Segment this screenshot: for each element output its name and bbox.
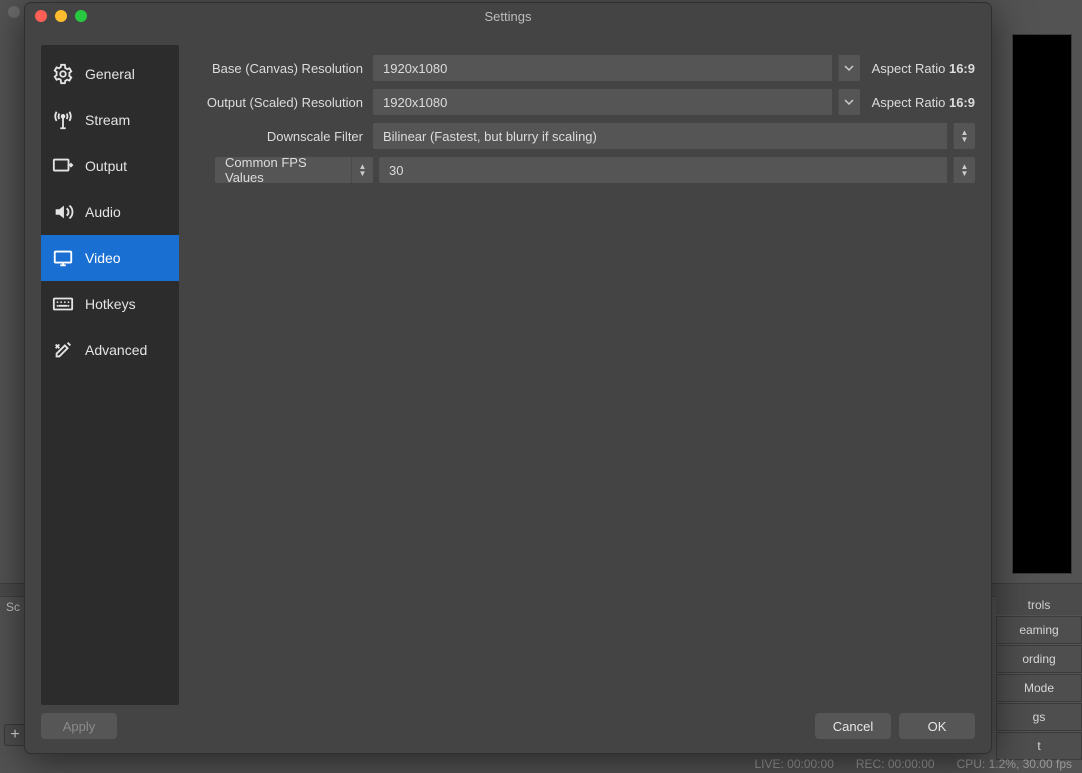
dialog-title: Settings — [485, 9, 532, 24]
sidebar-item-video[interactable]: Video — [41, 235, 179, 281]
add-button[interactable]: + — [4, 724, 26, 746]
fps-value-select[interactable]: 30 — [379, 157, 947, 183]
controls-dock-fragment: trols eaming ording Mode gs t — [996, 595, 1082, 760]
settings-dialog: Settings General Stream Output — [24, 2, 992, 754]
downscale-filter-select[interactable]: Bilinear (Fastest, but blurry if scaling… — [373, 123, 947, 149]
monitor-icon — [51, 246, 75, 270]
base-aspect-ratio: Aspect Ratio 16:9 — [866, 61, 975, 76]
controls-header-fragment: trols — [996, 595, 1082, 615]
minimize-icon[interactable] — [55, 10, 67, 22]
sidebar-item-label: Audio — [85, 204, 121, 220]
sidebar-item-label: Video — [85, 250, 121, 266]
antenna-icon — [51, 108, 75, 132]
sidebar-item-label: Hotkeys — [85, 296, 136, 312]
fps-mode-label: Common FPS Values — [215, 155, 351, 185]
downscale-filter-stepper[interactable]: ▲ ▼ — [953, 123, 975, 149]
settings-content: Base (Canvas) Resolution 1920x1080 Aspec… — [197, 45, 975, 705]
sidebar-item-hotkeys[interactable]: Hotkeys — [41, 281, 179, 327]
apply-button[interactable]: Apply — [41, 713, 117, 739]
status-bar: LIVE: 00:00:00 REC: 00:00:00 CPU: 1.2%, … — [754, 757, 1072, 771]
output-icon — [51, 154, 75, 178]
controls-btn-fragment[interactable]: ording — [996, 645, 1082, 673]
downscale-filter-label: Downscale Filter — [197, 129, 367, 144]
controls-btn-fragment[interactable]: Mode — [996, 674, 1082, 702]
traffic-lights — [35, 10, 87, 22]
output-aspect-ratio: Aspect Ratio 16:9 — [866, 95, 975, 110]
base-resolution-dropdown[interactable] — [838, 55, 860, 81]
zoom-icon[interactable] — [75, 10, 87, 22]
sidebar-item-label: Output — [85, 158, 127, 174]
sidebar-item-label: Stream — [85, 112, 130, 128]
status-cpu: CPU: 1.2%, 30.00 fps — [957, 757, 1072, 771]
chevron-down-icon — [844, 97, 854, 107]
controls-btn-fragment[interactable]: eaming — [996, 616, 1082, 644]
cancel-button[interactable]: Cancel — [815, 713, 891, 739]
settings-sidebar: General Stream Output Audio — [41, 45, 179, 705]
gear-icon — [51, 62, 75, 86]
controls-btn-fragment[interactable]: gs — [996, 703, 1082, 731]
sidebar-item-output[interactable]: Output — [41, 143, 179, 189]
base-resolution-label: Base (Canvas) Resolution — [197, 61, 367, 76]
tools-icon — [51, 338, 75, 362]
sidebar-item-label: Advanced — [85, 342, 147, 358]
chevron-down-icon: ▼ — [961, 170, 969, 177]
sidebar-item-label: General — [85, 66, 135, 82]
keyboard-icon — [51, 292, 75, 316]
fps-mode-stepper[interactable]: ▲ ▼ — [351, 157, 373, 183]
base-resolution-input[interactable]: 1920x1080 — [373, 55, 832, 81]
dialog-titlebar[interactable]: Settings — [25, 3, 991, 29]
output-resolution-dropdown[interactable] — [838, 89, 860, 115]
chevron-down-icon: ▼ — [359, 170, 367, 177]
sidebar-item-audio[interactable]: Audio — [41, 189, 179, 235]
fps-value-stepper[interactable]: ▲ ▼ — [953, 157, 975, 183]
dialog-footer: Apply Cancel OK — [25, 709, 991, 753]
output-resolution-input[interactable]: 1920x1080 — [373, 89, 832, 115]
output-resolution-label: Output (Scaled) Resolution — [197, 95, 367, 110]
speaker-icon — [51, 200, 75, 224]
chevron-down-icon — [844, 63, 854, 73]
sidebar-item-stream[interactable]: Stream — [41, 97, 179, 143]
status-live: LIVE: 00:00:00 — [754, 757, 833, 771]
preview-area — [1012, 34, 1072, 574]
fps-mode-select[interactable]: Common FPS Values ▲ ▼ — [215, 157, 373, 183]
close-icon[interactable] — [35, 10, 47, 22]
sidebar-item-general[interactable]: General — [41, 51, 179, 97]
chevron-down-icon: ▼ — [961, 136, 969, 143]
status-rec: REC: 00:00:00 — [856, 757, 935, 771]
sidebar-item-advanced[interactable]: Advanced — [41, 327, 179, 373]
controls-btn-fragment[interactable]: t — [996, 732, 1082, 760]
ok-button[interactable]: OK — [899, 713, 975, 739]
